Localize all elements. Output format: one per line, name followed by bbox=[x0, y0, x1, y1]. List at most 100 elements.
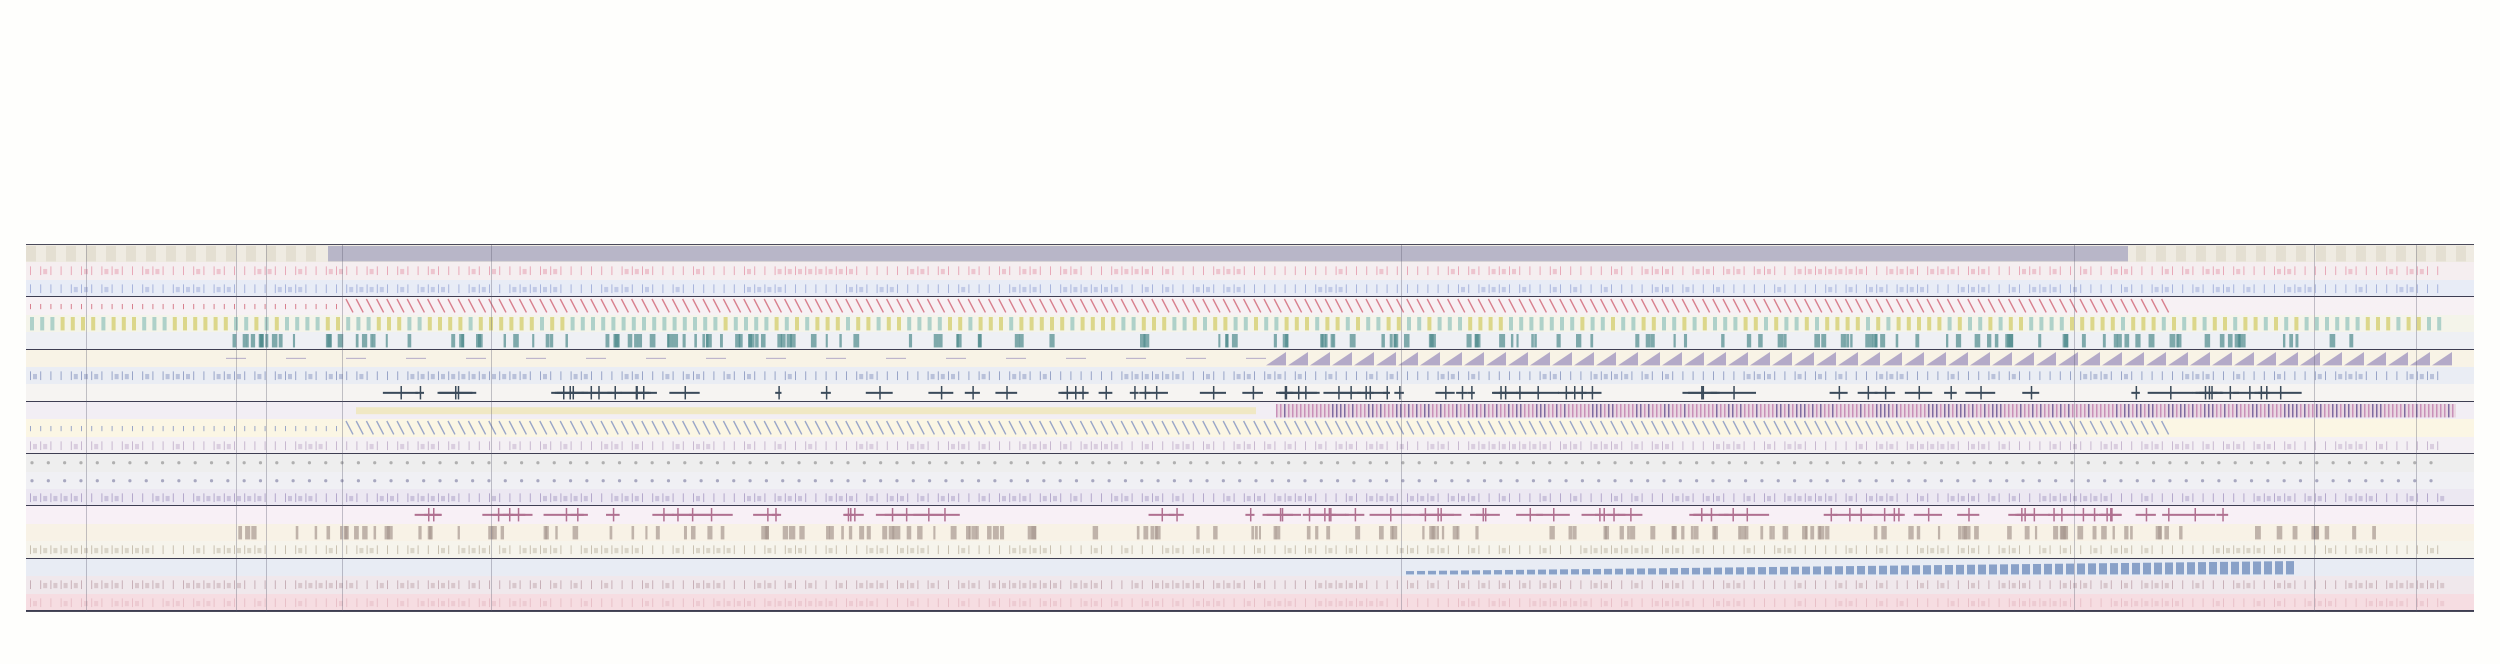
track-6-3-mark bbox=[417, 545, 419, 555]
track-5-3-mark bbox=[1287, 495, 1292, 502]
track-2-3[interactable] bbox=[26, 332, 2474, 350]
track-6-3-mark bbox=[1825, 545, 1827, 555]
track-2-3-mark bbox=[1218, 334, 1221, 348]
track-3-2-mark bbox=[1345, 371, 1347, 381]
track-4-2-mark bbox=[1110, 420, 1119, 436]
track-5-3-mark bbox=[2151, 493, 2153, 503]
track-7-1[interactable] bbox=[26, 558, 2474, 577]
track-5-3-mark bbox=[693, 493, 694, 503]
track-5-2-mark bbox=[797, 478, 801, 482]
track-1-2-mark bbox=[346, 266, 348, 276]
track-1-2-mark bbox=[1804, 266, 1806, 276]
track-2-2-mark bbox=[183, 316, 187, 331]
track-7-2[interactable] bbox=[26, 576, 2474, 594]
track-4-3-mark bbox=[1029, 441, 1031, 450]
track-5-2-mark bbox=[63, 478, 67, 482]
track-6-3-mark bbox=[1175, 548, 1180, 554]
track-2-2-mark bbox=[2355, 316, 2360, 331]
track-1-3[interactable] bbox=[26, 279, 2474, 298]
track-7-2-mark bbox=[1236, 583, 1241, 589]
track-2-2-mark bbox=[886, 316, 891, 331]
track-5-2[interactable] bbox=[26, 471, 2474, 489]
track-7-3-mark bbox=[2368, 600, 2373, 606]
track-2-3-mark bbox=[978, 334, 981, 348]
track-7-3-mark bbox=[2202, 597, 2204, 607]
track-4-2[interactable] bbox=[26, 419, 2474, 437]
track-4-3-mark bbox=[1835, 441, 1837, 450]
track-5-3-mark bbox=[1906, 493, 1908, 503]
track-5-3-mark bbox=[2059, 493, 2061, 503]
track-4-1-mark bbox=[1620, 403, 1622, 418]
track-7-3-mark bbox=[1838, 600, 1843, 606]
track-3-3[interactable] bbox=[26, 384, 2474, 402]
track-3-2-mark bbox=[2236, 373, 2241, 380]
track-3-2-mark bbox=[471, 373, 476, 380]
track-3-2[interactable] bbox=[26, 367, 2474, 385]
track-1-3-mark bbox=[471, 286, 476, 293]
track-6-2-mark bbox=[933, 525, 936, 540]
track-7-3-mark bbox=[94, 600, 99, 606]
track-7-2-mark bbox=[1410, 583, 1414, 589]
track-2-1-mark bbox=[193, 304, 195, 310]
track-1-1[interactable] bbox=[26, 245, 2474, 263]
track-1-2-mark bbox=[1471, 269, 1476, 275]
track-7-1-mark bbox=[1615, 568, 1623, 575]
track-6-3-mark bbox=[1743, 545, 1745, 555]
track-4-3-mark bbox=[859, 443, 864, 449]
track-1-1-mark bbox=[66, 246, 76, 262]
track-1-3-mark bbox=[866, 284, 868, 293]
track-6-3-mark bbox=[481, 548, 486, 554]
track-4-2-mark bbox=[1140, 420, 1150, 436]
track-2-1[interactable] bbox=[26, 297, 2474, 315]
track-1-3-mark bbox=[1437, 284, 1439, 293]
track-5-2-mark bbox=[1009, 478, 1013, 482]
track-5-2-mark bbox=[242, 478, 246, 482]
track-6-2-mark bbox=[2352, 525, 2357, 540]
track-1-3-mark bbox=[430, 286, 435, 293]
track-1-2[interactable] bbox=[26, 262, 2474, 280]
track-7-3[interactable] bbox=[26, 593, 2474, 611]
track-3-2-mark bbox=[1121, 371, 1123, 381]
track-1-3-mark bbox=[349, 286, 354, 293]
track-1-3-mark bbox=[1032, 286, 1037, 293]
track-3-2-mark bbox=[2011, 373, 2016, 380]
track-4-2-mark bbox=[977, 420, 987, 436]
track-6-3[interactable] bbox=[26, 541, 2474, 559]
track-1-1-mark bbox=[306, 246, 316, 262]
track-5-3-mark bbox=[754, 493, 756, 503]
track-5-3-mark bbox=[1682, 493, 1684, 503]
track-3-2-mark bbox=[33, 373, 37, 380]
track-4-2-mark bbox=[1946, 420, 1956, 436]
track-2-2[interactable] bbox=[26, 314, 2474, 333]
track-2-1-mark bbox=[1406, 298, 1415, 314]
track-5-1[interactable] bbox=[26, 454, 2474, 472]
track-3-1[interactable] bbox=[26, 349, 2474, 367]
track-7-2-mark bbox=[1233, 580, 1235, 590]
track-1-2-mark bbox=[1366, 266, 1368, 276]
track-6-2[interactable] bbox=[26, 523, 2474, 542]
track-4-3-mark bbox=[417, 441, 419, 450]
track-5-1-mark bbox=[2429, 461, 2433, 465]
track-7-2-mark bbox=[1804, 580, 1806, 590]
track-viewer[interactable] bbox=[26, 244, 2474, 612]
track-6-2-mark bbox=[841, 525, 844, 540]
track-7-2-mark bbox=[1988, 580, 1990, 590]
track-4-3-mark bbox=[366, 441, 368, 450]
track-4-2-mark bbox=[1263, 420, 1272, 436]
track-4-3-mark bbox=[2001, 443, 2006, 449]
track-7-3-mark bbox=[1583, 600, 1588, 606]
track-6-1[interactable] bbox=[26, 506, 2474, 524]
track-4-3[interactable] bbox=[26, 436, 2474, 455]
track-7-2-mark bbox=[111, 580, 113, 590]
track-4-2-mark bbox=[1936, 420, 1945, 436]
track-5-3[interactable] bbox=[26, 489, 2474, 507]
track-3-2-mark bbox=[336, 371, 337, 381]
track-7-2-mark bbox=[1634, 583, 1639, 589]
track-7-3-mark bbox=[2223, 597, 2224, 607]
track-4-3-mark bbox=[1570, 441, 1572, 450]
track-4-1[interactable] bbox=[26, 401, 2474, 420]
track-2-2-mark bbox=[1345, 316, 1350, 331]
track-4-2-mark bbox=[2140, 420, 2149, 436]
track-7-3-mark bbox=[767, 600, 772, 606]
track-7-2-mark bbox=[1134, 583, 1139, 589]
